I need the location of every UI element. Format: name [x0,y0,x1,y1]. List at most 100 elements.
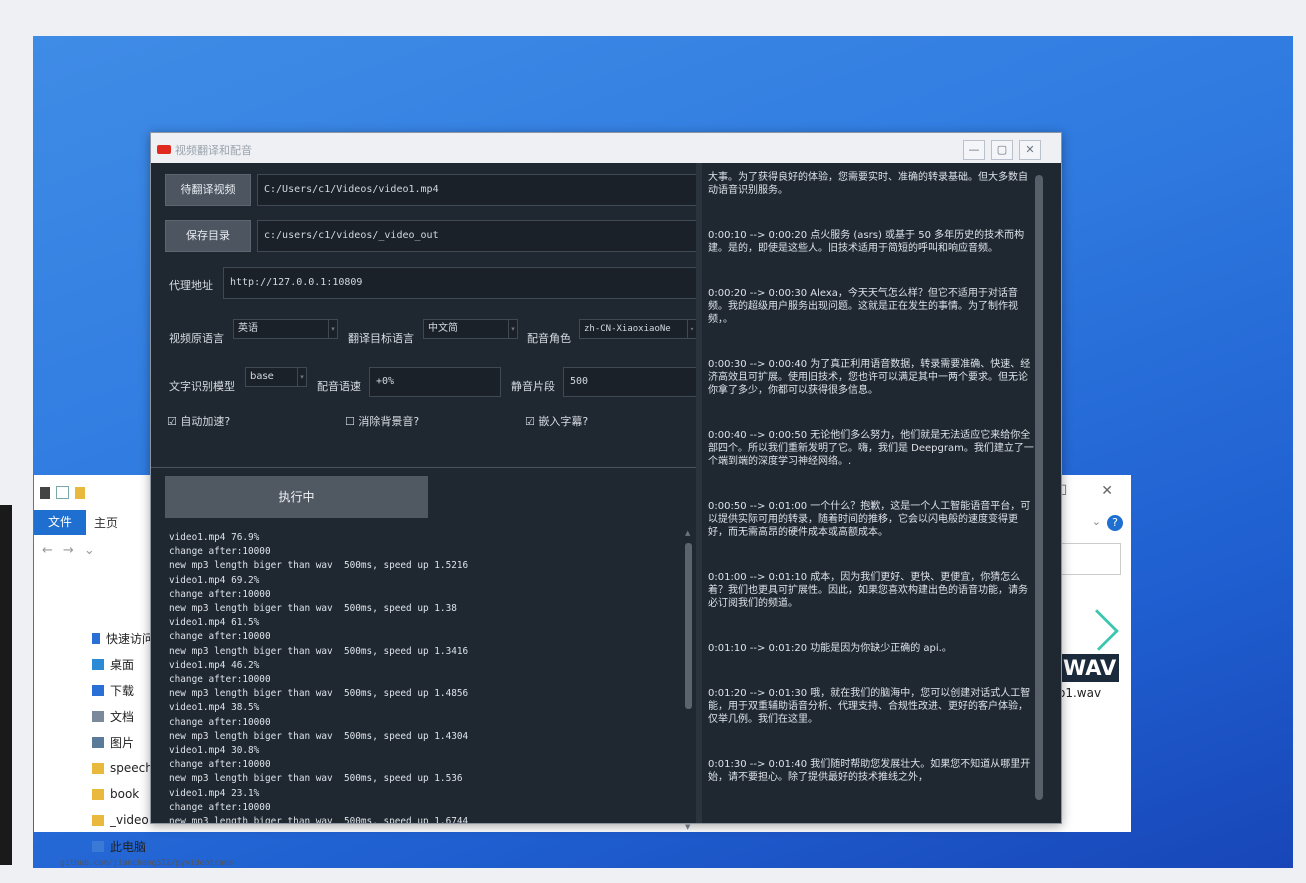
asr-model-label: 文字识别模型 [169,380,235,393]
video-translate-window[interactable]: 视频翻译和配音 — ▢ ✕ 待翻译视频 C:/Users/c1/Videos/v… [150,132,1062,831]
scroll-up-icon[interactable]: ▲ [685,529,690,537]
log-line: video1.mp4 46.2% [169,659,260,671]
log-line: change after:10000 [169,716,271,728]
explorer-home-tab[interactable]: 主页 [86,514,126,531]
target-language-label: 翻译目标语言 [348,332,414,345]
sidebar-item[interactable]: 图片 [34,729,154,755]
log-output: video1.mp4 76.9% change after:10000 new mp… [169,531,679,823]
sidebar-item[interactable]: 下载 [34,677,154,703]
silence-field[interactable]: 500 [563,367,697,397]
log-line: new mp3 length biger than wav 500ms, spe… [169,730,469,742]
sidebar-item-label: 桌面 [110,657,135,672]
silence-label: 静音片段 [511,380,555,393]
scroll-down-icon[interactable]: ▼ [685,823,690,831]
help-icon[interactable]: ? [1107,515,1123,531]
document-icon [92,710,104,722]
computer-icon [92,840,104,852]
sidebar-item[interactable]: _video [34,807,154,833]
source-language-value: 英语 [238,323,258,334]
log-line: new mp3 length biger than wav 500ms, spe… [169,773,463,785]
subtitle-panel[interactable]: 大事。为了获得良好的体验，您需要实时、准确的转录基础。但大多数自动语音识别服务。… [702,163,1047,818]
forward-icon[interactable]: → [63,543,74,558]
subtitle-entry: 0:00:20 --> 0:00:30 Alexa，今天天气怎么样？但它不适用于… [708,288,1018,325]
log-scrollbar[interactable] [685,543,692,709]
select-video-button[interactable]: 待翻译视频 [165,174,251,206]
chevron-down-icon: ▾ [687,320,696,338]
checked-box-icon: ☑ [167,415,177,428]
explorer-file-tab[interactable]: 文件 [34,510,87,535]
source-language-select[interactable]: 英语 ▾ [233,319,338,339]
sidebar-item[interactable]: 快速访问 [34,625,154,651]
remove-bgm-checkbox[interactable]: ☐ 消除背景音? [345,413,419,429]
explorer-folder-icon [75,486,85,499]
sidebar-item[interactable]: book [34,781,154,807]
ribbon-expand-icon[interactable]: ⌄ [1092,515,1101,528]
sidebar-item[interactable]: 桌面 [34,651,154,677]
minimize-button[interactable]: — [963,140,985,160]
save-dir-field[interactable]: c:/users/c1/videos/_video_out [257,220,697,252]
recent-chevron-icon[interactable]: ⌄ [84,543,95,558]
settings-panel: 待翻译视频 C:/Users/c1/Videos/video1.mp4 保存目录… [151,163,698,831]
asr-model-value: base [250,371,274,382]
sidebar-item-label: 快速访问 [105,631,154,646]
save-dir-button[interactable]: 保存目录 [165,220,251,252]
desktop-icon [92,658,104,670]
subtitle-entry: 0:01:00 --> 0:01:10 成本，因为我们更好、更快、更便宜，你猜怎… [708,572,1028,609]
wav-file-item[interactable]: WAV o1.wav [1054,609,1124,700]
explorer-check-icon[interactable] [56,486,69,499]
log-line: change after:10000 [169,546,271,558]
embed-subtitles-checkbox[interactable]: ☑ 嵌入字幕? [525,413,588,429]
chevron-down-icon: ▾ [328,320,337,338]
folder-icon [92,762,104,774]
subtitle-entry: 0:01:10 --> 0:01:20 功能是因为你缺少正确的 api.。 [708,643,952,654]
log-line: new mp3 length biger than wav 500ms, spe… [169,560,469,572]
subtitle-entry: 大事。为了获得良好的体验，您需要实时、准确的转录基础。但大多数自动语音识别服务。 [708,172,1028,196]
embed-subtitles-label: 嵌入字幕? [538,415,589,428]
footer-url: github.com/jianchang512/pyvideotrans [60,858,234,867]
log-line: video1.mp4 76.9% [169,532,260,543]
run-button[interactable]: 执行中 [165,476,428,518]
back-icon[interactable]: ← [42,543,53,558]
voice-role-value: zh-CN-XiaoxiaoNe [584,324,671,334]
proxy-field[interactable]: http://127.0.0.1:10809 [223,267,697,299]
video-path-field[interactable]: C:/Users/c1/Videos/video1.mp4 [257,174,697,206]
auto-speedup-label: 自动加速? [180,415,231,428]
taskbar-edge [0,505,12,865]
maximize-button[interactable]: ▢ [991,140,1013,160]
subtitle-entry: 0:01:30 --> 0:01:40 我们随时帮助您发展壮大。如果您不知道从哪… [708,759,1031,783]
checked-box-icon: ☑ [525,415,535,428]
log-line: video1.mp4 38.5% [169,702,260,714]
explorer-close-button[interactable]: ✕ [1101,483,1113,499]
sidebar-item[interactable]: speech [34,755,154,781]
sidebar-item[interactable]: 文档 [34,703,154,729]
asr-model-select[interactable]: base ▾ [245,367,307,387]
voice-role-select[interactable]: zh-CN-XiaoxiaoNe ▾ [579,319,697,339]
window-titlebar: 视频翻译和配音 — ▢ ✕ [151,133,1061,163]
chevron-down-icon: ▾ [297,368,306,386]
subtitle-entry: 0:00:40 --> 0:00:50 无论他们多么努力，他们就是无法适应它来给… [708,430,1034,467]
target-language-select[interactable]: 中文简 ▾ [423,319,518,339]
log-line: new mp3 length biger than wav 500ms, spe… [169,816,469,823]
log-line: change after:10000 [169,759,271,771]
log-line: new mp3 length biger than wav 500ms, spe… [169,603,457,615]
auto-speedup-checkbox[interactable]: ☑ 自动加速? [167,413,230,429]
folder-icon [92,788,104,800]
log-line: change after:10000 [169,674,271,686]
log-line: change after:10000 [169,588,271,600]
close-button[interactable]: ✕ [1019,140,1041,160]
subtitle-text[interactable]: 大事。为了获得良好的体验，您需要实时、准确的转录基础。但大多数自动语音识别服务。… [702,163,1047,784]
sidebar-item-label: 图片 [110,735,135,750]
subtitle-scrollbar[interactable] [1035,175,1043,800]
speech-rate-label: 配音语速 [317,380,361,393]
chevron-down-icon: ▾ [508,320,517,338]
sidebar-item[interactable]: 此电脑 [34,833,154,859]
speech-rate-field[interactable]: +0% [369,367,501,397]
folder-icon [92,814,104,826]
voice-role-label: 配音角色 [527,332,571,345]
target-language-value: 中文简 [428,323,458,334]
wav-file-icon [1077,609,1119,651]
explorer-sidebar: 快速访问桌面下载 文档图片 speech book _video 此电脑 [34,625,154,859]
source-language-label: 视频原语言 [169,332,224,345]
app-logo-icon [157,145,171,154]
sidebar-item-label: 此电脑 [110,839,147,854]
